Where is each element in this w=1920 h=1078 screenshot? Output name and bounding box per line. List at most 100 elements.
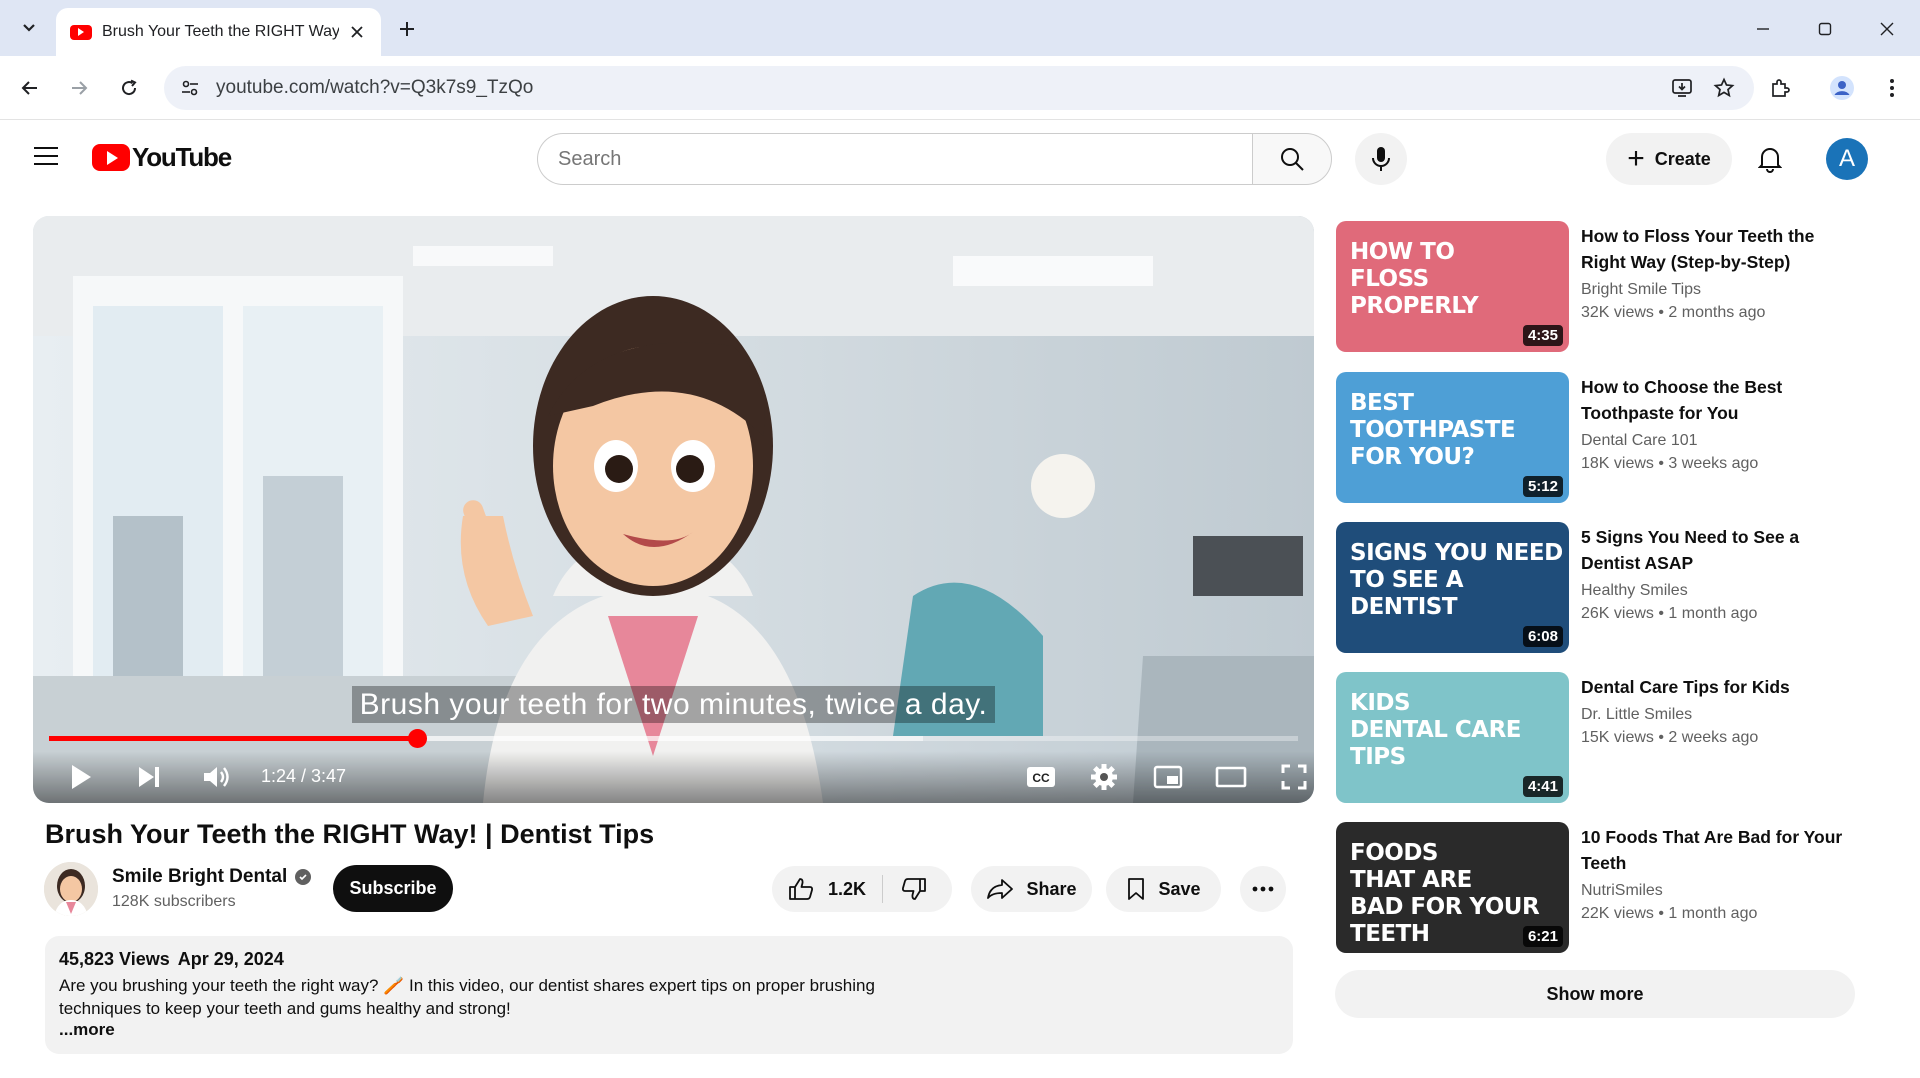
maximize-window-button[interactable] [1810,14,1840,44]
play-icon [72,765,91,789]
theater-mode-button[interactable] [1211,757,1251,797]
video-duration-badge: 4:41 [1522,776,1563,797]
chevron-down-icon [23,24,35,32]
channel-name[interactable]: Smile Bright Dental [112,866,312,888]
player-controls: 1:24 / 3:47 CC [33,751,1314,803]
profile-button[interactable] [1826,72,1858,104]
video-duration-badge: 6:21 [1522,926,1563,947]
browser-tab-bar: Brush Your Teeth the RIGHT Way [0,0,1920,56]
recommendation-channel[interactable]: Dental Care 101 [1581,432,1851,450]
recommendation-info: 5 Signs You Need to See a Dentist ASAP He… [1581,524,1851,623]
progress-bar[interactable] [49,729,1298,748]
search-button[interactable] [1252,133,1332,185]
recommendation-item[interactable]: Foods That Are Bad For Your Teeth 6:21 10 Foo… [1336,822,1856,954]
recommendation-thumbnail[interactable]: Best Toothpaste For You? 5:12 [1336,372,1569,503]
thumbnail-text-line: Toothpaste [1350,417,1516,443]
tab-list-button[interactable] [14,12,44,42]
guide-menu-button[interactable] [26,136,66,176]
description-more-link[interactable]: ...more [59,1020,1279,1040]
thumbnail-text-line: Foods [1350,840,1438,866]
close-window-button[interactable] [1872,14,1902,44]
thumbnail-text-line: Tips [1350,744,1406,770]
site-settings-icon[interactable] [180,78,200,98]
time-display: 1:24 / 3:47 [261,766,347,786]
video-player[interactable]: Brush your teeth for two minutes, twice … [33,216,1314,803]
notifications-button[interactable] [1748,137,1792,181]
thumbnail-text-line: Dental Care [1350,717,1522,743]
back-button[interactable] [14,72,46,104]
volume-button[interactable] [197,757,237,797]
browser-toolbar: youtube.com/watch?v=Q3k7s9_TzQo [0,56,1920,120]
create-label: Create [1654,148,1711,169]
channel-avatar-illustration [44,862,98,916]
thumbnail-text-line: Properly [1350,293,1479,319]
search-input[interactable] [537,133,1252,185]
voice-search-button[interactable] [1355,133,1407,185]
extensions-button[interactable] [1764,72,1796,104]
recommendation-item[interactable]: How to Floss Properly 4:35 How to Floss Your… [1336,221,1856,353]
bell-icon [1758,148,1782,173]
played-bar [49,736,418,741]
recommendation-title[interactable]: Dental Care Tips for Kids [1581,674,1851,700]
recommendation-item[interactable]: Best Toothpaste For You? 5:12 How to Choose … [1336,372,1856,504]
create-button[interactable]: + Create [1606,133,1732,185]
video-duration-badge: 6:08 [1522,626,1563,647]
recommendation-item[interactable]: Kids Dental Care Tips 4:41 Dental Care Tips … [1336,672,1856,804]
description-box[interactable]: 45,823 Views Apr 29, 2024 Are you brushin… [45,936,1293,1054]
new-tab-button[interactable] [392,14,422,44]
show-more-button[interactable]: Show more [1335,970,1855,1018]
star-icon [1713,77,1735,98]
fullscreen-button[interactable] [1274,757,1314,797]
upload-date: Apr 29, 2024 [177,949,284,969]
recommendation-item[interactable]: Signs You Need To See A Dentist 6:08 5 Signs… [1336,522,1856,654]
recommendation-thumbnail[interactable]: How to Floss Properly 4:35 [1336,221,1569,352]
more-actions-button[interactable] [1240,866,1286,912]
recommendation-channel[interactable]: Healthy Smiles [1581,582,1851,600]
recommendation-channel[interactable]: Bright Smile Tips [1581,281,1851,299]
recommendation-views: 15K views [1581,729,1654,746]
address-bar[interactable]: youtube.com/watch?v=Q3k7s9_TzQo [164,66,1754,110]
save-button[interactable]: Save [1106,866,1221,912]
browser-tab-active[interactable]: Brush Your Teeth the RIGHT Way [56,8,381,56]
settings-button[interactable] [1084,757,1124,797]
next-video-button[interactable] [129,757,169,797]
recommendation-thumbnail[interactable]: Foods That Are Bad For Your Teeth 6:21 [1336,822,1569,953]
thumbnail-text-line: Bad For Your [1350,894,1540,920]
recommendation-title[interactable]: How to Choose the Best Toothpaste for Yo… [1581,374,1851,426]
recommendation-info: 10 Foods That Are Bad for Your Teeth Nutr… [1581,824,1851,923]
minimize-window-button[interactable] [1748,14,1778,44]
reload-button[interactable] [113,72,145,104]
miniplayer-button[interactable] [1148,757,1188,797]
volume-icon [204,767,229,787]
thumbnail-text-line: Teeth [1350,921,1430,947]
captions-button[interactable]: CC [1021,757,1061,797]
recommendation-title[interactable]: 10 Foods That Are Bad for Your Teeth [1581,824,1851,876]
play-button[interactable] [61,757,101,797]
recommendation-title[interactable]: How to Floss Your Teeth the Right Way (S… [1581,223,1851,275]
account-avatar[interactable]: A [1826,138,1868,180]
hamburger-icon [34,147,58,165]
recommendation-thumbnail[interactable]: Signs You Need To See A Dentist 6:08 [1336,522,1569,653]
bookmark-star-button[interactable] [1710,74,1738,102]
recommendation-channel[interactable]: Dr. Little Smiles [1581,706,1851,724]
share-button[interactable]: Share [971,866,1092,912]
dislike-button[interactable] [883,866,945,912]
youtube-logo[interactable]: YouTube [92,142,232,173]
recommendation-thumbnail[interactable]: Kids Dental Care Tips 4:41 [1336,672,1569,803]
tab-title: Brush Your Teeth the RIGHT Way [102,23,339,40]
url-text[interactable]: youtube.com/watch?v=Q3k7s9_TzQo [216,77,1654,99]
recommendation-title[interactable]: 5 Signs You Need to See a Dentist ASAP [1581,524,1851,576]
channel-avatar[interactable] [44,862,98,916]
reload-icon [122,79,137,96]
like-button[interactable]: 1.2K [772,866,882,912]
recommendation-channel[interactable]: NutriSmiles [1581,882,1851,900]
install-app-button[interactable] [1668,74,1696,102]
closed-captions-icon: CC [1027,767,1055,787]
subscribe-button[interactable]: Subscribe [333,865,453,912]
thumbnail-text: Best Toothpaste For You? [1350,390,1516,471]
forward-button[interactable] [63,72,95,104]
youtube-play-logo-icon [92,144,130,171]
browser-menu-button[interactable] [1876,72,1908,104]
thumbnail-text: How to Floss Properly [1350,239,1479,320]
tab-close-button[interactable] [347,22,367,42]
